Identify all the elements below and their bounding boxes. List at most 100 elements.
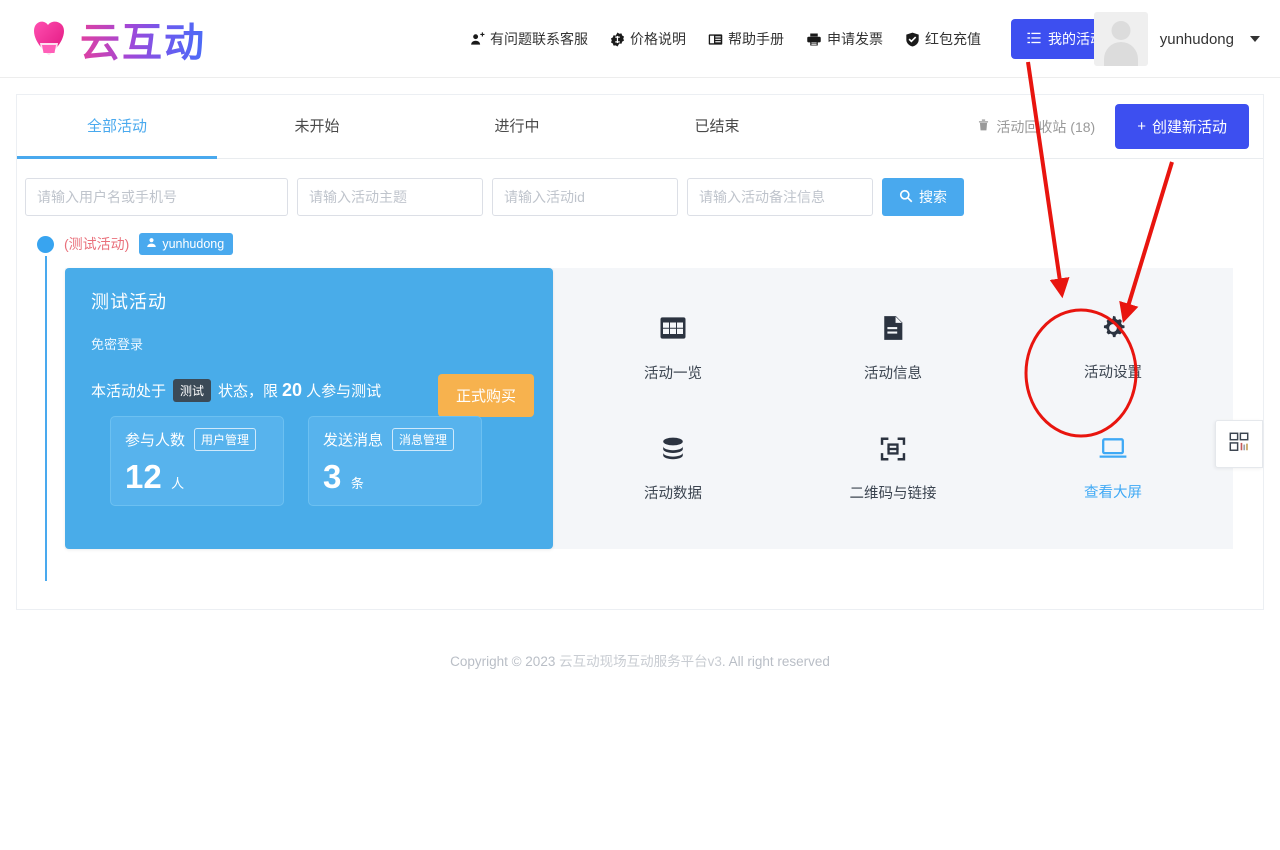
site-logo[interactable]: 云互动 <box>26 8 236 70</box>
action-label: 活动信息 <box>864 366 922 383</box>
avatar[interactable] <box>1093 12 1148 66</box>
shield-check-icon <box>905 32 920 47</box>
gear-icon <box>1099 314 1127 347</box>
tab-all-activities[interactable]: 全部活动 <box>17 95 217 159</box>
activity-list: (测试活动) yunhudong 测试活动 免密登录 本活动处于 测试 状态，限… <box>17 232 1263 581</box>
nav-item-contact-support[interactable]: 有问题联系客服 <box>470 29 588 49</box>
grid-icon <box>658 313 688 348</box>
search-input-remark[interactable] <box>687 178 873 216</box>
tab-label: 进行中 <box>494 118 540 135</box>
search-button[interactable]: 搜索 <box>882 178 964 216</box>
tab-not-started[interactable]: 未开始 <box>217 95 417 158</box>
tab-in-progress[interactable]: 进行中 <box>417 95 617 158</box>
search-icon <box>899 189 913 206</box>
nav-label: 红包充值 <box>925 31 981 47</box>
search-button-label: 搜索 <box>919 189 947 205</box>
user-icon <box>146 237 157 251</box>
dashboard-grid-icon <box>1228 431 1250 458</box>
nav-label: 申请发票 <box>827 31 883 47</box>
buy-button[interactable]: 正式购买 <box>437 374 534 417</box>
activity-tabs: 全部活动 未开始 进行中 已结束 活动回收站 (18) + 创建新活动 <box>17 95 1263 159</box>
create-activity-button[interactable]: + 创建新活动 <box>1115 104 1249 149</box>
username-label: yunhudong <box>1159 30 1234 48</box>
activity-summary-panel: 测试活动 免密登录 本活动处于 测试 状态，限 20 人参与测试 正式购买 参与 <box>65 268 553 549</box>
action-label: 二维码与链接 <box>849 485 937 502</box>
owner-label: yunhudong <box>162 237 225 251</box>
tab-label: 已结束 <box>694 118 740 135</box>
action-activity-settings[interactable]: 活动设置 <box>1038 314 1188 382</box>
nav-item-request-invoice[interactable]: 申请发票 <box>806 29 883 49</box>
app-page: 云互动 有问题联系客服 价格说明 帮助手册 申请发票 红包充值 我的活动 yun… <box>0 0 1280 850</box>
tab-label: 全部活动 <box>86 118 147 135</box>
activity-card: 测试活动 免密登录 本活动处于 测试 状态，限 20 人参与测试 正式购买 参与 <box>65 268 1233 549</box>
action-label: 查看大屏 <box>1084 484 1142 501</box>
footer-prefix: Copyright © 2023 <box>450 654 560 669</box>
status-mid: 状态，限 <box>218 383 279 400</box>
content-panel: 全部活动 未开始 进行中 已结束 活动回收站 (18) + 创建新活动 请输入用… <box>16 94 1264 610</box>
stat-value-row: 12 人 <box>125 458 269 496</box>
footer-brand: 云互动现场互动服务平台v3 <box>559 654 722 669</box>
qrcode-scan-icon <box>878 435 908 468</box>
logo-text: 云互动 <box>80 10 206 68</box>
nav-item-pricing[interactable]: 价格说明 <box>610 29 686 49</box>
stat-number: 3 <box>323 458 342 495</box>
action-activity-info[interactable]: 活动信息 <box>818 313 968 383</box>
action-activity-data[interactable]: 活动数据 <box>598 435 748 503</box>
create-activity-label: 创建新活动 <box>1151 119 1227 136</box>
stat-participants: 参与人数 用户管理 12 人 <box>110 416 284 506</box>
stat-label: 参与人数 <box>125 432 186 449</box>
timeline-dot-icon <box>37 235 54 253</box>
activity-subtitle: 免密登录 <box>91 337 144 352</box>
stat-header: 发送消息 消息管理 <box>323 428 467 451</box>
header-nav: 有问题联系客服 价格说明 帮助手册 申请发票 红包充值 我的活动 <box>470 0 1120 78</box>
nav-item-help-manual[interactable]: 帮助手册 <box>708 29 784 49</box>
status-suffix: 人参与测试 <box>306 383 382 400</box>
nav-label: 帮助手册 <box>728 31 784 47</box>
footer-suffix: . All right reserved <box>721 654 830 669</box>
activity-stats: 参与人数 用户管理 12 人 发送消息 消息管理 3 条 <box>110 416 482 506</box>
laptop-icon <box>1098 436 1128 467</box>
user-plus-icon <box>470 31 485 47</box>
search-input-username[interactable] <box>25 178 288 216</box>
search-input-topic[interactable] <box>297 178 483 216</box>
status-prefix: 本活动处于 <box>91 383 167 400</box>
search-filters: 搜索 <box>17 159 1263 216</box>
action-label: 活动一览 <box>644 366 702 383</box>
status-limit-number: 20 <box>282 380 303 400</box>
status-chip: 测试 <box>173 379 212 402</box>
action-activity-overview[interactable]: 活动一览 <box>598 313 748 383</box>
app-header: 云互动 有问题联系客服 价格说明 帮助手册 申请发票 红包充值 我的活动 yun… <box>0 0 1280 78</box>
activity-title: 测试活动 <box>91 292 167 312</box>
footer: Copyright © 2023 云互动现场互动服务平台v3. All righ… <box>0 650 1280 670</box>
printer-icon <box>806 32 822 47</box>
action-view-bigscreen[interactable]: 查看大屏 <box>1038 436 1188 502</box>
user-area[interactable]: yunhudong <box>1093 0 1260 78</box>
recycle-bin-label: 活动回收站 (18) <box>996 118 1096 135</box>
stat-label: 发送消息 <box>323 432 384 449</box>
action-qrcode-link[interactable]: 二维码与链接 <box>818 435 968 503</box>
timeline-line <box>45 256 47 581</box>
user-management-button[interactable]: 用户管理 <box>194 428 257 451</box>
recycle-bin-link[interactable]: 活动回收站 (18) <box>977 117 1095 137</box>
activity-action-grid: 活动一览 活动信息 活动设置 活动数据 二维码与链接 查看大屏 <box>553 268 1233 549</box>
stat-header: 参与人数 用户管理 <box>125 428 269 451</box>
tab-label: 未开始 <box>294 118 340 135</box>
tabbar-actions: 活动回收站 (18) + 创建新活动 <box>977 95 1249 158</box>
stat-messages: 发送消息 消息管理 3 条 <box>308 416 482 506</box>
nav-label: 有问题联系客服 <box>490 31 588 47</box>
tab-finished[interactable]: 已结束 <box>617 95 817 158</box>
nav-item-redpacket-recharge[interactable]: 红包充值 <box>905 29 981 49</box>
logo-mark-icon <box>26 15 74 63</box>
stat-unit: 条 <box>350 476 364 491</box>
message-management-button[interactable]: 消息管理 <box>392 428 455 451</box>
price-tag-icon <box>610 31 625 47</box>
activity-owner-chip[interactable]: yunhudong <box>139 233 234 255</box>
search-input-activity-id[interactable] <box>492 178 678 216</box>
document-icon <box>879 313 907 348</box>
activity-header: (测试活动) yunhudong <box>25 232 1263 256</box>
chevron-down-icon[interactable] <box>1250 36 1260 42</box>
action-label: 活动设置 <box>1084 365 1142 382</box>
list-icon <box>1027 31 1041 48</box>
floating-dashboard-tab[interactable] <box>1215 420 1263 468</box>
trash-icon <box>977 118 990 135</box>
